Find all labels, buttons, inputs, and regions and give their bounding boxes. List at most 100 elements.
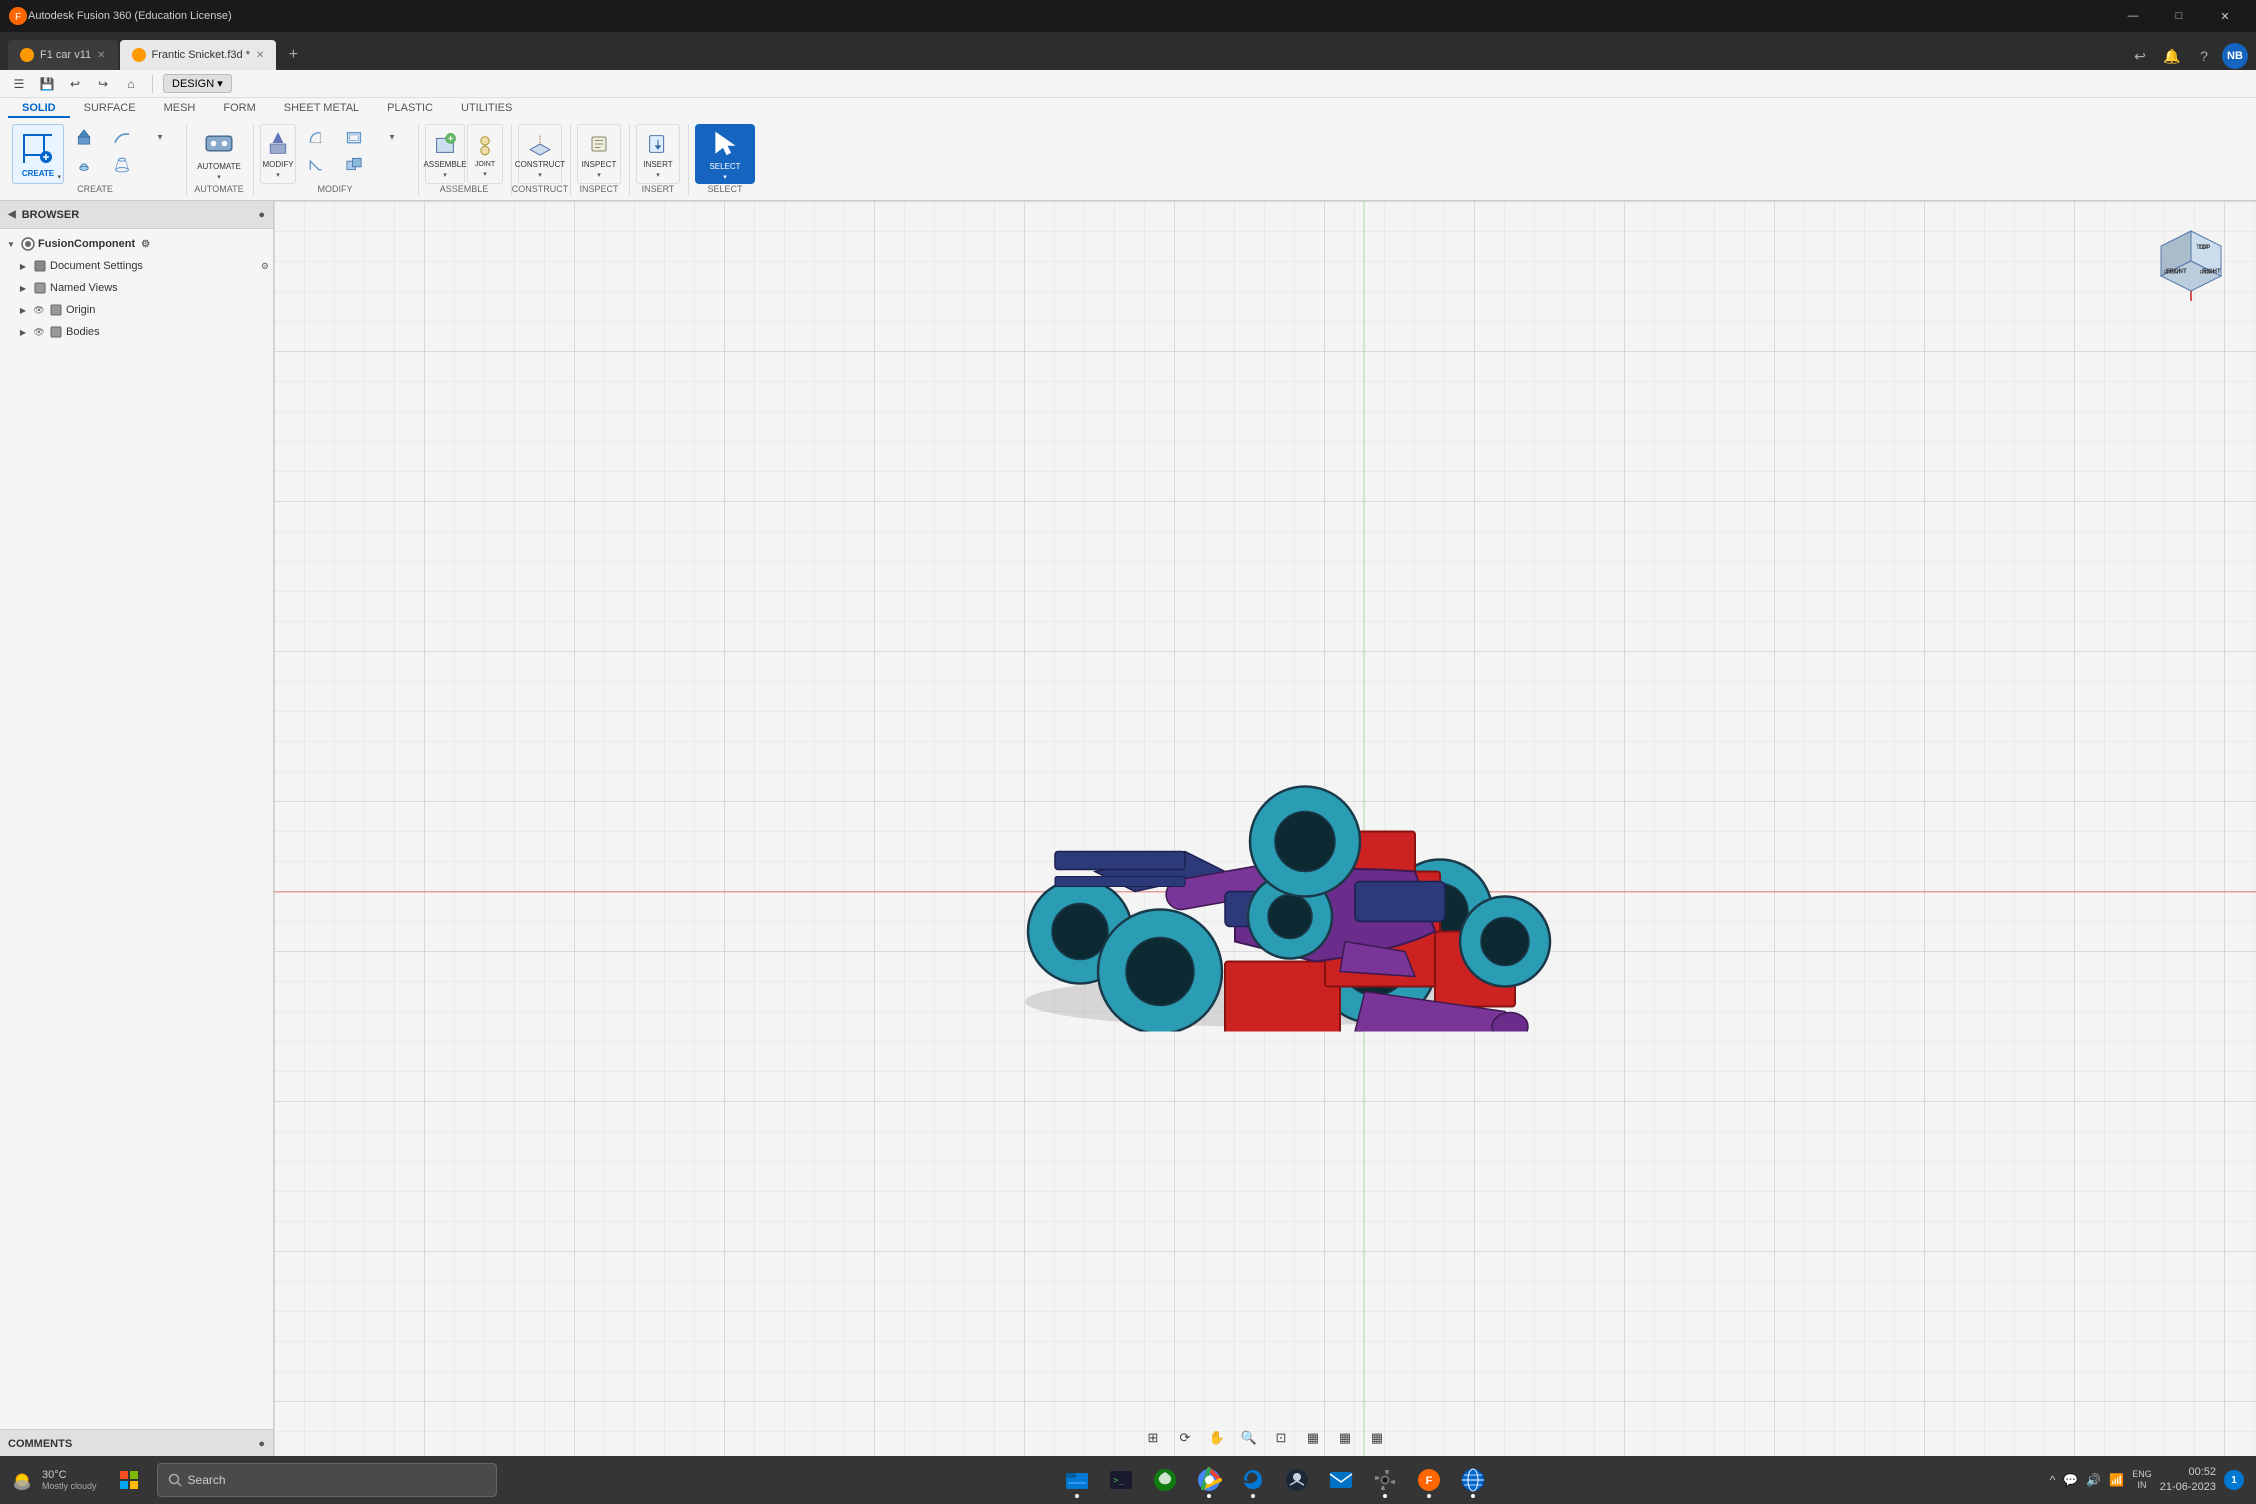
tree-gear-doc[interactable]: ⚙ (261, 261, 269, 272)
tab-help-icon[interactable]: ? (2190, 42, 2218, 70)
tree-item-origin[interactable]: ▶ 👁 Origin (0, 299, 273, 321)
tab-solid[interactable]: SOLID (8, 100, 70, 118)
weather-condition: Mostly cloudy (42, 1481, 97, 1491)
ribbon-group-insert: INSERT ▾ INSERT (632, 124, 689, 196)
tab-surface[interactable]: SURFACE (70, 100, 150, 118)
home-button[interactable]: ⌂ (120, 73, 142, 95)
taskbar-app-explorer[interactable] (1057, 1460, 1097, 1500)
design-label: DESIGN ▾ (172, 77, 223, 90)
viewport[interactable]: Z TOP FRONT RIGHT TOP FRONT RIGHT ⊞ ⟳ ✋ (274, 201, 2256, 1457)
extrude-button[interactable] (66, 124, 102, 150)
tab-mesh[interactable]: MESH (150, 100, 210, 118)
modify-more-button[interactable]: ▾ (374, 124, 410, 150)
tree-icon-doc (32, 258, 48, 274)
taskbar-app-outlook[interactable] (1321, 1460, 1361, 1500)
tree-item-document-settings[interactable]: ▶ Document Settings ⚙ (0, 255, 273, 277)
tray-volume[interactable]: 🔊 (2086, 1473, 2101, 1487)
tab-close-icon[interactable]: ✕ (97, 50, 105, 61)
chamfer-button[interactable] (298, 151, 334, 177)
design-dropdown-button[interactable]: DESIGN ▾ (163, 74, 232, 93)
maximize-button[interactable]: □ (2156, 0, 2202, 32)
taskbar-app-fusion[interactable]: F (1409, 1460, 1449, 1500)
browser-pin-icon[interactable]: ● (258, 209, 265, 221)
display-mode-button[interactable]: ▦ (1299, 1424, 1327, 1452)
svg-text:RIGHT: RIGHT (2200, 270, 2216, 276)
taskbar-search-box[interactable]: Search (157, 1463, 497, 1497)
select-button[interactable]: SELECT ▾ (695, 124, 755, 184)
tree-icon-root (20, 236, 36, 252)
taskbar-app-settings[interactable] (1365, 1460, 1405, 1500)
tab-frantic[interactable]: Frantic Snicket.f3d * ✕ (120, 40, 277, 70)
orbit-button[interactable]: ⟳ (1171, 1424, 1199, 1452)
notification-icon[interactable]: 1 (2224, 1470, 2244, 1490)
viewport-bottom-toolbar: ⊞ ⟳ ✋ 🔍 ⊡ ▦ ▦ ▦ (274, 1419, 2256, 1457)
taskbar-app-chrome[interactable] (1189, 1460, 1229, 1500)
tab-sheetmetal[interactable]: SHEET METAL (270, 100, 373, 118)
new-component-button[interactable]: ASSEMBLE ▾ (425, 124, 465, 184)
tree-eye-origin[interactable]: 👁 (32, 303, 46, 317)
tree-item-root[interactable]: ▼ FusionComponent ⚙ (0, 233, 273, 255)
sweep-button[interactable] (104, 124, 140, 150)
shell-button[interactable] (336, 124, 372, 150)
create-sketch-button[interactable]: CREATE ▾ (12, 124, 64, 184)
tab-plastic[interactable]: PLASTIC (373, 100, 447, 118)
minimize-button[interactable]: — (2110, 0, 2156, 32)
user-avatar[interactable]: NB (2222, 43, 2248, 69)
clock-display[interactable]: 00:52 21-06-2023 (2160, 1465, 2216, 1496)
browser-tree: ▼ FusionComponent ⚙ ▶ Document Settings … (0, 229, 273, 1429)
view-cube[interactable]: Z TOP FRONT RIGHT TOP FRONT RIGHT (2146, 221, 2236, 311)
environment-button[interactable]: ▦ (1363, 1424, 1391, 1452)
undo-button[interactable]: ↩ (64, 73, 86, 95)
close-button[interactable]: ✕ (2202, 0, 2248, 32)
tree-label-views: Named Views (50, 282, 269, 294)
taskbar-app-gamepass[interactable] (1145, 1460, 1185, 1500)
tab-f1car[interactable]: F1 car v11 ✕ (8, 40, 118, 70)
tray-caret[interactable]: ^ (2050, 1473, 2056, 1487)
taskbar-app-globe[interactable] (1453, 1460, 1493, 1500)
taskbar-app-steam[interactable] (1277, 1460, 1317, 1500)
joint-button[interactable]: JOINT ▾ (467, 124, 503, 184)
tab-close-icon-2[interactable]: ✕ (256, 50, 264, 61)
tree-label-doc: Document Settings (50, 260, 259, 272)
tree-item-bodies[interactable]: ▶ 👁 Bodies (0, 321, 273, 343)
hamburger-menu-button[interactable]: ☰ (8, 73, 30, 95)
taskbar-app-terminal[interactable]: >_ (1101, 1460, 1141, 1500)
taskbar-weather[interactable]: 30°C Mostly cloudy (0, 1466, 105, 1494)
tab-form[interactable]: FORM (209, 100, 269, 118)
ribbon-group-assemble: ASSEMBLE ▾ JOINT ▾ ASSEMBLE (421, 124, 512, 196)
taskbar-app-edge[interactable] (1233, 1460, 1273, 1500)
tray-lang[interactable]: ENGIN (2132, 1469, 2152, 1491)
tray-chat[interactable]: 💬 (2063, 1473, 2078, 1487)
revolve-button[interactable] (66, 151, 102, 177)
tree-settings-icon-root[interactable]: ⚙ (141, 239, 150, 250)
insert-button[interactable]: INSERT ▾ (636, 124, 680, 184)
fit-button[interactable]: ⊡ (1267, 1424, 1295, 1452)
press-pull-button[interactable]: MODIFY ▾ (260, 124, 296, 184)
construct-plane-button[interactable]: CONSTRUCT ▾ (518, 124, 562, 184)
pan-button[interactable]: ✋ (1203, 1424, 1231, 1452)
assemble-group-label: ASSEMBLE (440, 184, 489, 194)
grid-toggle-button[interactable]: ⊞ (1139, 1424, 1167, 1452)
tab-add-button[interactable]: + (278, 40, 308, 70)
create-more-button[interactable]: ▾ (142, 124, 178, 150)
tree-eye-bodies[interactable]: 👁 (32, 325, 46, 339)
browser-back-arrow[interactable]: ◀ (8, 209, 16, 220)
save-button[interactable]: 💾 (36, 73, 58, 95)
start-button[interactable] (105, 1456, 153, 1504)
loft-button[interactable] (104, 151, 140, 177)
visual-style-button[interactable]: ▦ (1331, 1424, 1359, 1452)
tab-notification-icon[interactable]: 🔔 (2158, 42, 2186, 70)
tray-network[interactable]: 📶 (2109, 1473, 2124, 1487)
automate-button[interactable]: AUTOMATE ▾ (193, 124, 245, 184)
tree-item-named-views[interactable]: ▶ Named Views (0, 277, 273, 299)
comments-pin[interactable]: ● (258, 1438, 265, 1450)
tab-utilities[interactable]: UTILITIES (447, 100, 526, 118)
redo-button[interactable]: ↪ (92, 73, 114, 95)
zoom-in-button[interactable]: 🔍 (1235, 1424, 1263, 1452)
tab-back-icon[interactable]: ↩ (2126, 42, 2154, 70)
select-group-label: SELECT (707, 184, 742, 194)
tree-label-bodies: Bodies (66, 326, 269, 338)
combine-button[interactable] (336, 151, 372, 177)
fillet-button[interactable] (298, 124, 334, 150)
measure-button[interactable]: INSPECT ▾ (577, 124, 621, 184)
